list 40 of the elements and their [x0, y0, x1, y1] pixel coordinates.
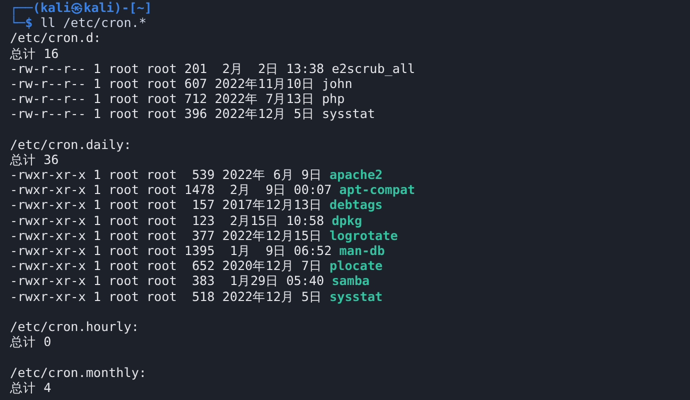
- file-name: man-db: [339, 243, 385, 258]
- file-info: -rwxr-xr-x 1 root root 652 2020年12月 7日: [10, 258, 322, 274]
- file-info: -rw-r--r-- 1 root root 712 2022年 7月13日: [10, 91, 314, 106]
- prompt-symbol: $: [25, 15, 33, 30]
- directory-path: /etc/cron.daily:: [10, 136, 132, 152]
- file-info: -rwxr-xr-x 1 root root 157 2017年12月13日: [10, 197, 322, 213]
- file-info: -rw-r--r-- 1 root root 607 2022年11月10日: [10, 76, 314, 92]
- file-info: -rwxr-xr-x 1 root root 1478 2月 9日 00:07: [10, 182, 332, 198]
- file-name: dpkg: [332, 212, 362, 228]
- file-info: -rw-r--r-- 1 root root 396 2022年12月 5日: [10, 106, 314, 122]
- user-host: kali㉿kali: [40, 0, 114, 16]
- file-info: -rwxr-xr-x 1 root root 539 2022年 6月 9日: [10, 167, 322, 182]
- working-directory: )-[~]: [114, 0, 152, 16]
- directory-path: /etc/cron.monthly:: [10, 364, 146, 380]
- file-info: -rwxr-xr-x 1 root root 377 2022年12月15日: [10, 228, 322, 243]
- prompt-frame: ┌──(: [10, 0, 40, 16]
- file-info: -rwxr-xr-x 1 root root 383 1月29日 05:40: [10, 273, 324, 289]
- file-name: sysstat: [330, 288, 383, 304]
- file-name: apt-compat: [339, 182, 416, 198]
- directory-path: /etc/cron.d:: [10, 30, 101, 46]
- file-info: -rwxr-xr-x 1 root root 518 2022年12月 5日: [10, 288, 322, 304]
- command-text: ll /etc/cron.*: [40, 15, 146, 30]
- file-name: e2scrub_all: [332, 60, 416, 76]
- prompt-frame: └─: [10, 15, 26, 30]
- file-name: sysstat: [322, 106, 376, 122]
- file-name: plocate: [330, 258, 383, 274]
- directory-path: /etc/cron.hourly:: [10, 318, 139, 334]
- file-name: apache2: [330, 167, 383, 182]
- file-info: -rwxr-xr-x 1 root root 1395 1月 9日 06:52: [10, 243, 332, 258]
- file-info: -rwxr-xr-x 1 root root 123 2月15日 10:58: [10, 212, 324, 228]
- total-size: 总计 36: [10, 152, 59, 168]
- total-size: 总计 0: [10, 334, 52, 350]
- file-name: logrotate: [330, 228, 398, 243]
- file-name: samba: [332, 273, 370, 289]
- total-size: 总计 16: [10, 46, 59, 61]
- file-name: php: [322, 91, 345, 106]
- file-name: debtags: [330, 197, 383, 213]
- file-info: -rw-r--r-- 1 root root 201 2月 2日 13:38: [10, 60, 324, 76]
- file-name: john: [322, 76, 352, 92]
- total-size: 总计 4: [10, 380, 52, 395]
